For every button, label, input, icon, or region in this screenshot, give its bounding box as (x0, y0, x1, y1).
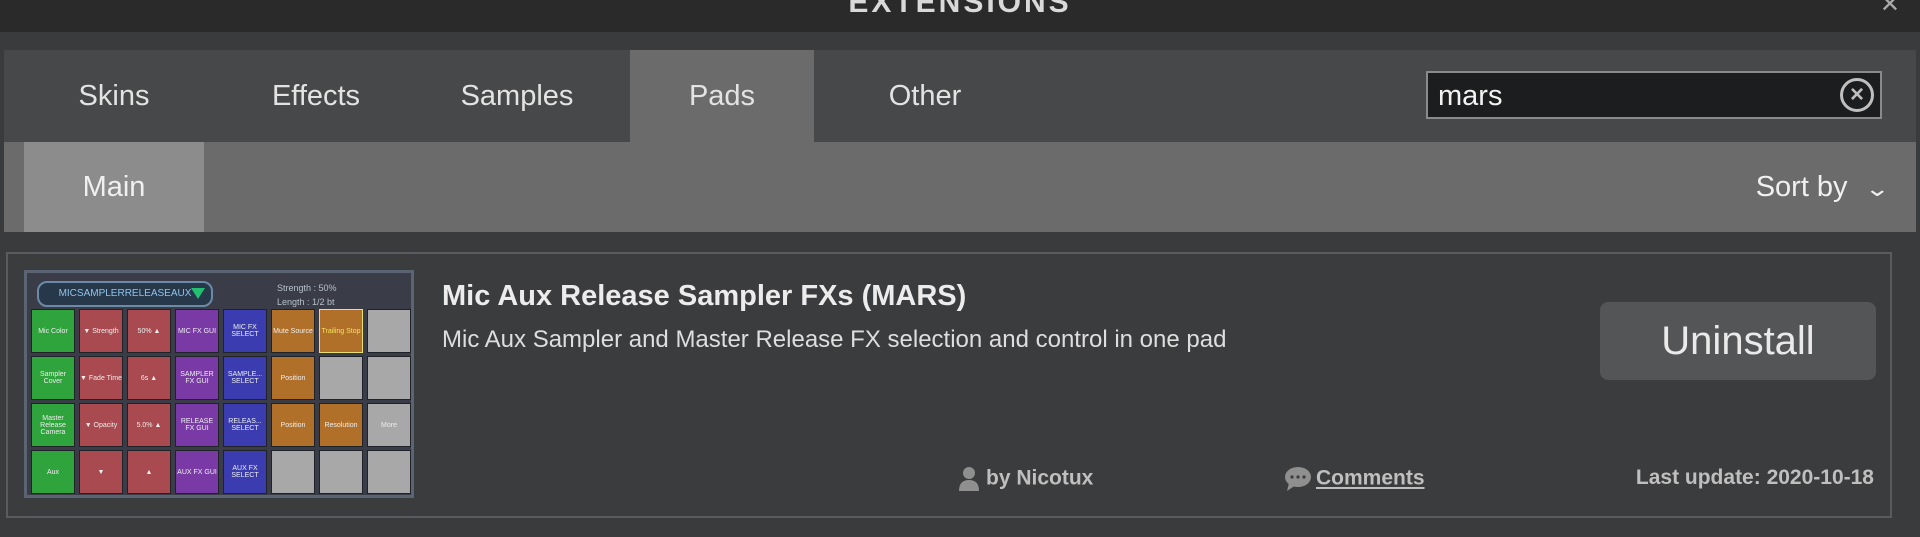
subtab-main[interactable]: Main (24, 142, 204, 232)
pad-r2-c2: 5.0% ▲ (127, 403, 171, 447)
pad-r3-c1: ▼ (79, 450, 123, 494)
pad-r2-c1: ▼ Opacity (79, 403, 123, 447)
pad-r3-c7 (367, 450, 411, 494)
pad-r0-c1: ▼ Strength (79, 309, 123, 353)
window-title: EXTENSIONS (848, 0, 1072, 19)
pad-r3-c5 (271, 450, 315, 494)
comments: Comments (1284, 466, 1425, 492)
uninstall-button[interactable]: Uninstall (1600, 302, 1876, 380)
thumbnail-strength: Strength : 50% (277, 283, 337, 293)
extension-thumbnail: MICSAMPLERRELEASEAUX Strength : 50% Leng… (24, 270, 414, 498)
pad-r2-c5: Position (271, 403, 315, 447)
pad-r0-c5: Mute Source (271, 309, 315, 353)
clear-search-icon[interactable]: × (1840, 78, 1874, 112)
thumbnail-info: Strength : 50% Length : 1/2 bt (277, 281, 337, 309)
pad-r1-c5: Position (271, 356, 315, 400)
pad-r2-c7: More (367, 403, 411, 447)
pad-r0-c7 (367, 309, 411, 353)
tab-samples[interactable]: Samples (408, 50, 626, 142)
pad-r2-c3: RELEASE FX GUI (175, 403, 219, 447)
dropdown-triangle-icon (191, 288, 205, 299)
extension-card: MICSAMPLERRELEASEAUX Strength : 50% Leng… (6, 252, 1892, 518)
pad-r3-c4: AUX FX SELECT (223, 450, 267, 494)
sub-tab-bar: Main Sort by ⌄ (4, 142, 1916, 232)
pad-r1-c4: SAMPLE... SELECT (223, 356, 267, 400)
pad-r1-c6 (319, 356, 363, 400)
pad-r0-c3: MIC FX GUI (175, 309, 219, 353)
author-info: by Nicotux (958, 466, 1093, 492)
window-titlebar: EXTENSIONS ✕ (0, 0, 1920, 32)
pad-r3-c6 (319, 450, 363, 494)
pad-r3-c2: ▲ (127, 450, 171, 494)
pad-r1-c3: SAMPLER FX GUI (175, 356, 219, 400)
author-name: by Nicotux (986, 466, 1094, 490)
user-icon (959, 467, 979, 491)
thumbnail-length: Length : 1/2 bt (277, 297, 335, 307)
extension-description: Mic Aux Sampler and Master Release FX se… (442, 326, 1227, 353)
pad-r3-c0: Aux (31, 450, 75, 494)
tab-skins[interactable]: Skins (4, 50, 224, 142)
chevron-down-icon: ⌄ (1863, 176, 1890, 201)
pad-r0-c6: Trailing Stop (319, 309, 363, 353)
sort-label: Sort by (1755, 171, 1848, 203)
thumbnail-header: MICSAMPLERRELEASEAUX (37, 281, 213, 307)
pad-r2-c0: Master Release Camera (31, 403, 75, 447)
pad-r2-c4: RELEAS... SELECT (223, 403, 267, 447)
tab-pads[interactable]: Pads (630, 50, 814, 142)
pad-r1-c2: 6s ▲ (127, 356, 171, 400)
pad-r2-c6: Resolution (319, 403, 363, 447)
comments-link[interactable]: Comments (1316, 467, 1425, 490)
pad-r3-c3: AUX FX GUI (175, 450, 219, 494)
pad-r0-c4: MIC FX SELECT (223, 309, 267, 353)
pad-r0-c2: 50% ▲ (127, 309, 171, 353)
thumbnail-header-text: MICSAMPLERRELEASEAUX (58, 288, 192, 299)
comment-bubble-icon (1285, 467, 1311, 491)
pad-r1-c7 (367, 356, 411, 400)
tab-effects[interactable]: Effects (224, 50, 408, 142)
search-input[interactable] (1436, 77, 1820, 115)
pad-r0-c0: Mic Color (31, 309, 75, 353)
tab-other[interactable]: Other (814, 50, 1036, 142)
pad-r1-c0: Sampler Cover (31, 356, 75, 400)
close-icon[interactable]: ✕ (1880, 0, 1900, 19)
search-box: × (1426, 71, 1882, 119)
sort-dropdown[interactable]: Sort by ⌄ (1755, 142, 1890, 232)
last-update: Last update: 2020-10-18 (1635, 466, 1874, 489)
extension-title: Mic Aux Release Sampler FXs (MARS) (442, 280, 967, 312)
pad-r1-c1: ▼ Fade Time (79, 356, 123, 400)
